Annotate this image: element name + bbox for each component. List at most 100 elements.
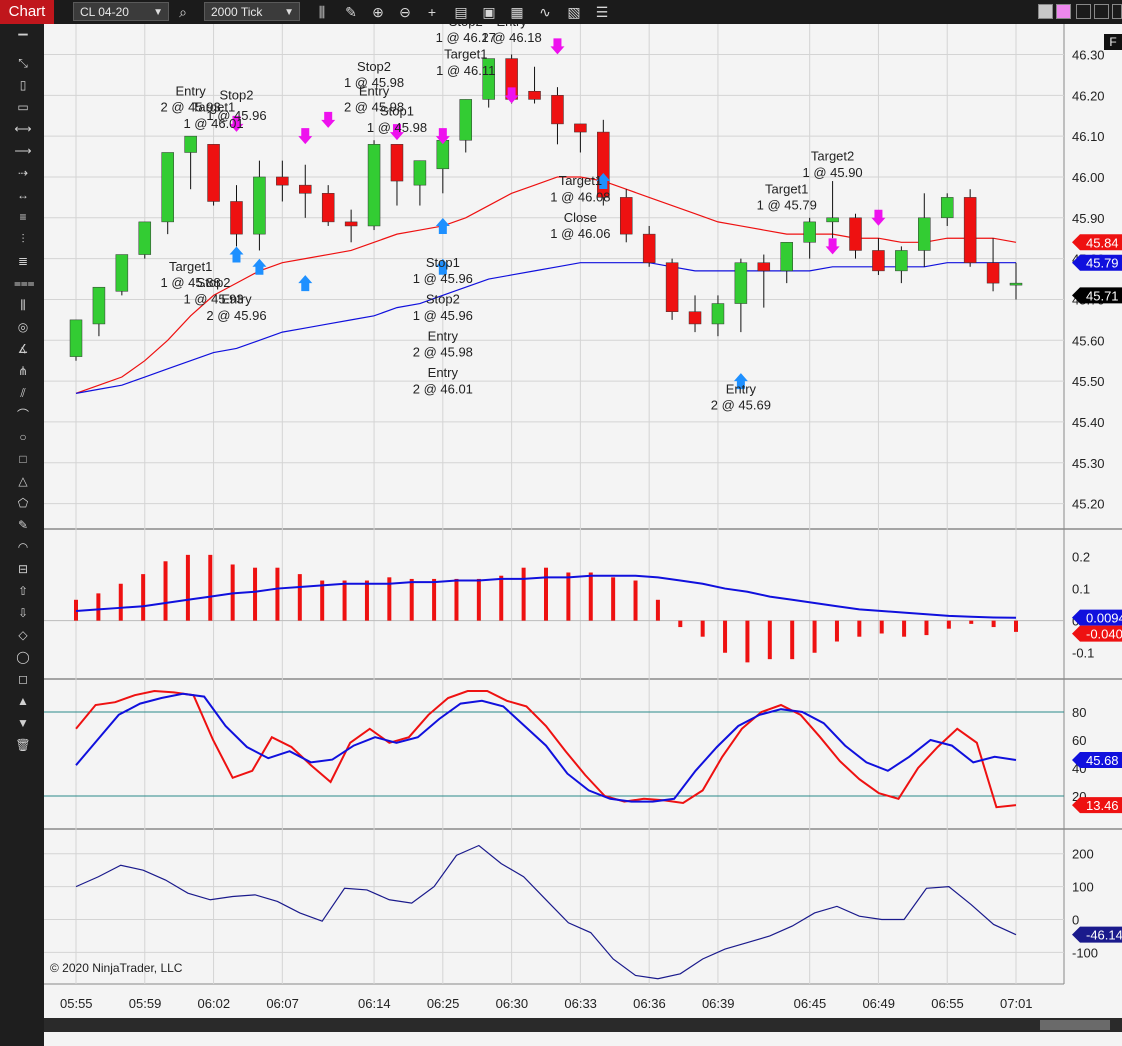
search-icon[interactable]: ⌕: [174, 3, 192, 21]
entry-arrow-marker: [298, 275, 313, 292]
x-tick-label: 06:39: [702, 996, 735, 1011]
macd-histogram-bar: [163, 561, 168, 621]
y-tick-label: -0.1: [1072, 646, 1094, 661]
gann-fan-icon[interactable]: ∡: [14, 342, 32, 356]
macd-histogram-bar: [812, 620, 817, 653]
arrow-down-icon[interactable]: ⇩: [14, 606, 32, 620]
horizontal-scrollbar[interactable]: [44, 1018, 1122, 1032]
polygon-icon[interactable]: ⬠: [14, 496, 32, 510]
chart-canvas[interactable]: 46.3046.2046.1046.0045.9045.8045.7045.60…: [44, 24, 1122, 1046]
fib-retracement-icon[interactable]: ≣: [14, 254, 32, 268]
drawing-toolbar: ▔ ⤡ ▯ ▭ ⟷ ⟶ ⇢ ↔ ≡ ⫶ ≣ ⩶ ⫼ ◎ ∡ ⋔ ⫽ ⌒ ○ □ △ ⬠ ✎ ◠ ⊟ ⇧ ⇩ ◇ ◯ ◻ ▲ ▼ 🗑: [0, 24, 44, 1046]
arrow-line-icon[interactable]: ⇢: [14, 166, 32, 180]
instrument-select[interactable]: CL 04-20 ▼: [73, 2, 169, 21]
y-tick-label: 200: [1072, 847, 1094, 862]
candle-body: [69, 319, 83, 357]
trade-annotation: 2 @ 45.98: [413, 345, 473, 360]
candle-body: [253, 176, 266, 235]
fib-time-icon[interactable]: ⫼: [14, 298, 32, 312]
chart-tab[interactable]: Chart: [0, 0, 54, 24]
candle-body: [459, 99, 473, 141]
arc-icon[interactable]: ⌒: [14, 408, 32, 422]
arc2-icon[interactable]: ◠: [14, 540, 32, 554]
macd-histogram-bar: [253, 567, 258, 621]
trade-annotation: Entry: [359, 83, 390, 98]
trade-annotation: 2 @ 46.01: [413, 381, 473, 396]
bar-type-icon[interactable]: ⫼: [313, 3, 331, 21]
minimize-icon[interactable]: [1076, 4, 1091, 19]
risk-reward-icon[interactable]: ⤡: [14, 56, 32, 70]
fib-circle-icon[interactable]: ◎: [14, 320, 32, 334]
arrow-up-icon[interactable]: ⇧: [14, 584, 32, 598]
macd-histogram-bar: [611, 577, 616, 621]
maximize-icon[interactable]: [1094, 4, 1109, 19]
y-tick-label: 46.20: [1072, 88, 1105, 103]
vertical-line-icon[interactable]: ⫶: [14, 232, 32, 246]
ellipse-icon[interactable]: ○: [14, 430, 32, 444]
triangle-icon[interactable]: △: [14, 474, 32, 488]
list-icon[interactable]: ☰: [593, 3, 611, 21]
y-tick-label: 60: [1072, 733, 1086, 748]
macd-histogram-bar: [118, 583, 123, 621]
price-label: -0.0406: [1086, 627, 1122, 642]
macd-histogram-bar: [342, 580, 347, 621]
macd-histogram-bar: [141, 574, 146, 621]
data-box-icon[interactable]: ▤: [452, 3, 470, 21]
strategies-icon[interactable]: ▦: [508, 3, 526, 21]
color-button[interactable]: [1038, 4, 1053, 19]
triangle-down-icon[interactable]: ▼: [14, 716, 32, 730]
candle-body: [551, 95, 564, 125]
trash-icon[interactable]: 🗑: [14, 738, 32, 752]
y-tick-label: 46.00: [1072, 170, 1105, 185]
candle-body: [826, 217, 839, 223]
zoom-in-icon[interactable]: ⊕: [369, 3, 387, 21]
extended-line-icon[interactable]: ↔: [14, 188, 32, 202]
candle-body: [1009, 282, 1023, 286]
candle-body: [895, 250, 908, 272]
diamond-icon[interactable]: ◇: [14, 628, 32, 642]
copyright-text: © 2020 NinjaTrader, LLC: [50, 961, 183, 975]
exit-arrow-marker: [871, 209, 886, 226]
regression-channel-icon[interactable]: ⫽: [14, 386, 32, 400]
candle-body: [780, 242, 793, 272]
ruler-icon[interactable]: ▔: [14, 34, 32, 48]
trade-annotation: Entry: [726, 381, 757, 396]
dot-icon[interactable]: ◯: [14, 650, 32, 664]
scrollbar-thumb[interactable]: [1040, 1020, 1110, 1030]
candle-body: [688, 311, 702, 325]
square-icon[interactable]: ◻: [14, 672, 32, 686]
ruler2-icon[interactable]: ⊟: [14, 562, 32, 576]
price-label: 13.46: [1086, 798, 1119, 813]
text-icon[interactable]: ✎: [14, 518, 32, 532]
rectangle-icon[interactable]: □: [14, 452, 32, 466]
trade-annotation: Target1: [559, 173, 602, 188]
region-icon[interactable]: ▯: [14, 78, 32, 92]
trade-annotation: Stop1: [426, 255, 460, 270]
andrews-pitchfork-icon[interactable]: ⋔: [14, 364, 32, 378]
range-icon[interactable]: ▭: [14, 100, 32, 114]
ray-icon[interactable]: ⟶: [14, 144, 32, 158]
chart-panel[interactable]: 46.3046.2046.1046.0045.9045.8045.7045.60…: [44, 24, 1122, 1046]
properties-icon[interactable]: ▣: [480, 3, 498, 21]
pencil-icon[interactable]: ✎: [342, 3, 360, 21]
horizontal-line-icon[interactable]: ≡: [14, 210, 32, 224]
trade-annotation: 1 @ 45.79: [757, 198, 817, 213]
interval-select[interactable]: 2000 Tick ▼: [204, 2, 300, 21]
link-button[interactable]: [1056, 4, 1071, 19]
indicators-icon[interactable]: ∿: [536, 3, 554, 21]
macd-histogram-bar: [745, 620, 750, 663]
y-tick-label: 46.30: [1072, 47, 1105, 62]
candle-body: [986, 262, 1000, 284]
candle-body: [528, 90, 541, 100]
zoom-out-icon[interactable]: ⊖: [396, 3, 414, 21]
templates-icon[interactable]: ▧: [565, 3, 583, 21]
x-tick-label: 07:01: [1000, 996, 1033, 1011]
macd-histogram-bar: [208, 554, 213, 621]
triangle-up-icon[interactable]: ▲: [14, 694, 32, 708]
x-tick-label: 06:55: [931, 996, 964, 1011]
fib-extension-icon[interactable]: ⩶: [14, 276, 35, 290]
crosshair-icon[interactable]: +: [423, 3, 441, 21]
candle-body: [276, 176, 289, 186]
line-icon[interactable]: ⟷: [14, 122, 32, 136]
close-icon[interactable]: [1112, 4, 1122, 19]
